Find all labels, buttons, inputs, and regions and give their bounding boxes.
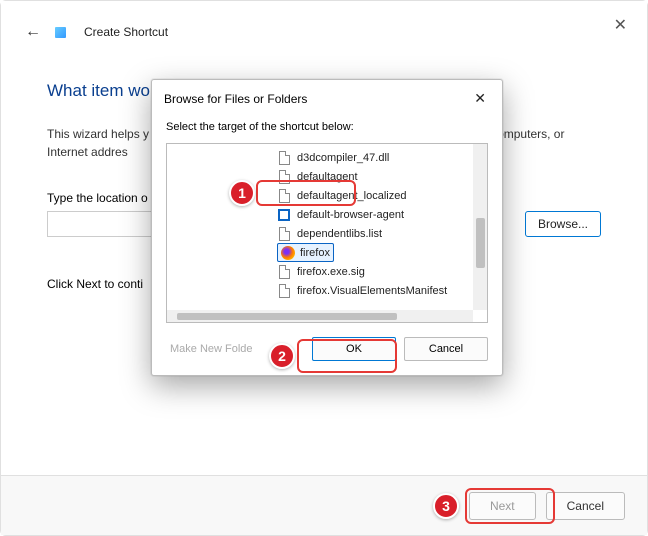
- file-icon: [277, 265, 291, 279]
- file-item[interactable]: defaultagent_localized: [167, 186, 473, 205]
- window-footer: Next Cancel: [1, 475, 647, 535]
- cancel-button[interactable]: Cancel: [546, 492, 625, 520]
- file-item[interactable]: defaultagent: [167, 167, 473, 186]
- shortcut-icon: [55, 27, 66, 38]
- file-icon: [277, 170, 291, 184]
- browse-button[interactable]: Browse...: [525, 211, 601, 237]
- file-icon: [277, 284, 291, 298]
- dialog-title-text: Browse for Files or Folders: [164, 92, 307, 106]
- window-header: ← Create Shortcut: [1, 1, 647, 49]
- callout-badge-1: 1: [229, 180, 255, 206]
- make-new-folder-button[interactable]: Make New Folde: [166, 343, 253, 355]
- window-title: Create Shortcut: [84, 25, 168, 39]
- vertical-scrollbar[interactable]: [473, 144, 487, 310]
- file-item[interactable]: firefox.VisualElementsManifest: [167, 281, 473, 300]
- file-item[interactable]: d3dcompiler_47.dll: [167, 148, 473, 167]
- dialog-close-icon[interactable]: ✕: [470, 90, 490, 107]
- dialog-titlebar: Browse for Files or Folders ✕: [152, 80, 502, 117]
- horizontal-scrollbar[interactable]: [167, 310, 473, 322]
- selected-file: firefox: [277, 243, 334, 262]
- ok-button[interactable]: OK: [312, 337, 396, 361]
- file-tree[interactable]: d3dcompiler_47.dll defaultagent defaulta…: [166, 143, 488, 323]
- dialog-body: Select the target of the shortcut below:…: [152, 121, 502, 375]
- file-item[interactable]: default-browser-agent: [167, 205, 473, 224]
- scroll-thumb[interactable]: [177, 313, 397, 320]
- file-item[interactable]: firefox.exe.sig: [167, 262, 473, 281]
- window-close-icon[interactable]: ✕: [614, 15, 627, 35]
- scroll-thumb[interactable]: [476, 218, 485, 268]
- file-icon: [277, 227, 291, 241]
- file-icon: [277, 151, 291, 165]
- file-list: d3dcompiler_47.dll defaultagent defaulta…: [167, 144, 473, 310]
- callout-badge-2: 2: [269, 343, 295, 369]
- next-button[interactable]: Next: [469, 492, 536, 520]
- dialog-instruction: Select the target of the shortcut below:: [166, 121, 488, 133]
- dialog-cancel-button[interactable]: Cancel: [404, 337, 488, 361]
- file-icon: [277, 189, 291, 203]
- browse-dialog: Browse for Files or Folders ✕ Select the…: [151, 79, 503, 376]
- dialog-footer: Make New Folde OK Cancel: [166, 337, 488, 361]
- file-item-selected[interactable]: firefox: [167, 243, 473, 262]
- exe-icon: [277, 208, 291, 222]
- back-arrow-icon[interactable]: ←: [25, 23, 41, 41]
- firefox-icon: [281, 246, 295, 260]
- file-item[interactable]: dependentlibs.list: [167, 224, 473, 243]
- callout-badge-3: 3: [433, 493, 459, 519]
